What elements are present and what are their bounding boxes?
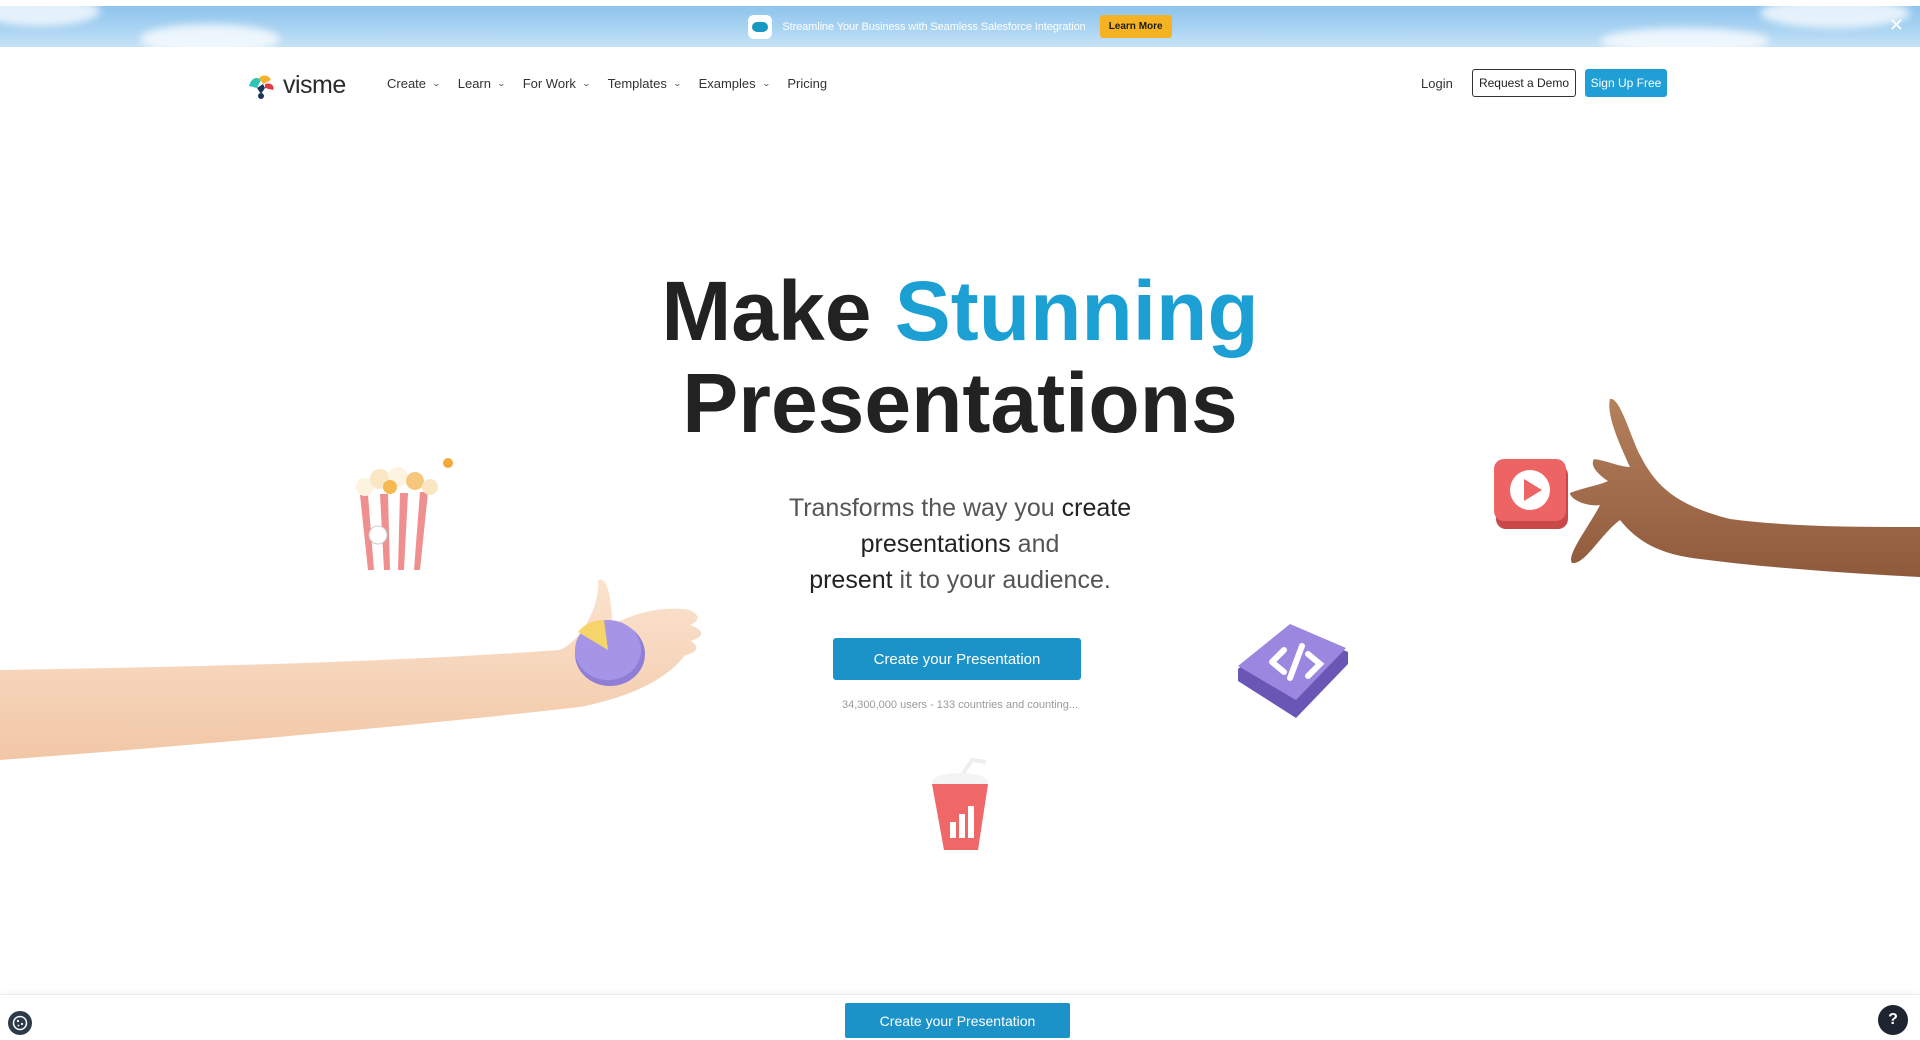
cloud-decoration [140,24,280,47]
create-presentation-button[interactable]: Create your Presentation [833,638,1081,680]
cloud-decoration [1600,28,1770,47]
hero-title-accent: Stunning [894,264,1259,358]
cloud-decoration [0,6,100,26]
nav-label: Pricing [787,76,828,91]
nav-label: Create [387,76,427,91]
hero-title-part1: Make [661,264,872,358]
subtitle-emphasis: create [1061,494,1132,522]
soda-cup-illustration [932,758,988,850]
learn-more-button[interactable]: Learn More [1099,15,1172,38]
nav-label: Learn [457,76,491,91]
user-stats: 34,300,000 users - 133 countries and cou… [841,699,1079,711]
chevron-down-icon: ⌄ [761,79,771,88]
close-icon[interactable]: ✕ [1889,15,1904,35]
subtitle-emphasis: presentations [860,530,1011,558]
nav-item-for-work[interactable]: For Work ⌄ [522,76,591,91]
nav-item-learn[interactable]: Learn ⌄ [457,76,507,91]
chevron-down-icon: ⌄ [431,79,442,88]
subtitle-text: Transforms the way you [788,494,1055,522]
chevron-down-icon: ⌄ [672,79,682,88]
visme-logo[interactable]: visme [247,71,346,100]
nav-item-pricing[interactable]: Pricing [787,76,827,91]
promo-text: Streamline Your Business with Seamless S… [782,20,1086,33]
pie-chart-illustration [575,620,645,686]
login-link[interactable]: Login [1421,76,1453,91]
subtitle-text: and [1017,530,1060,558]
bottom-create-presentation-button[interactable]: Create your Presentation [845,1003,1070,1038]
popcorn-illustration [350,458,453,570]
nav-label: For Work [522,76,576,91]
help-icon[interactable]: ? [1878,1005,1908,1035]
subtitle-emphasis: present [809,566,893,594]
bottom-sticky-bar: Create your Presentation ? [0,994,1920,1040]
cloud-decoration [1760,6,1910,28]
nav-item-templates[interactable]: Templates ⌄ [607,76,682,91]
hero-title-line2: Presentations [682,356,1238,450]
nav-label: Examples [698,76,756,91]
logo-text: visme [283,71,346,99]
sign-up-button[interactable]: Sign Up Free [1585,69,1667,97]
cookie-glyph [12,1015,28,1031]
request-demo-button[interactable]: Request a Demo [1472,69,1576,97]
salesforce-logo-icon [748,14,773,39]
hero-title: Make Stunning Presentations [560,265,1360,449]
code-tile-illustration [1238,624,1348,718]
play-tile-illustration [1494,459,1568,529]
chevron-down-icon: ⌄ [581,79,591,88]
cookie-icon[interactable] [8,1011,32,1035]
nav-item-create[interactable]: Create ⌄ [387,76,442,91]
nav-label: Templates [607,76,667,91]
hero-subtitle: Transforms the way you create presentati… [760,490,1160,598]
promo-banner: Streamline Your Business with Seamless S… [0,6,1920,47]
chevron-down-icon: ⌄ [496,79,507,88]
site-header: visme Create ⌄ Learn ⌄ For Work ⌄ Templa… [0,47,1920,122]
subtitle-text: it to your audience. [899,566,1111,594]
nav-item-examples[interactable]: Examples ⌄ [698,76,771,91]
visme-logo-icon [249,75,274,99]
main-nav: Create ⌄ Learn ⌄ For Work ⌄ Templates ⌄ … [387,76,845,91]
